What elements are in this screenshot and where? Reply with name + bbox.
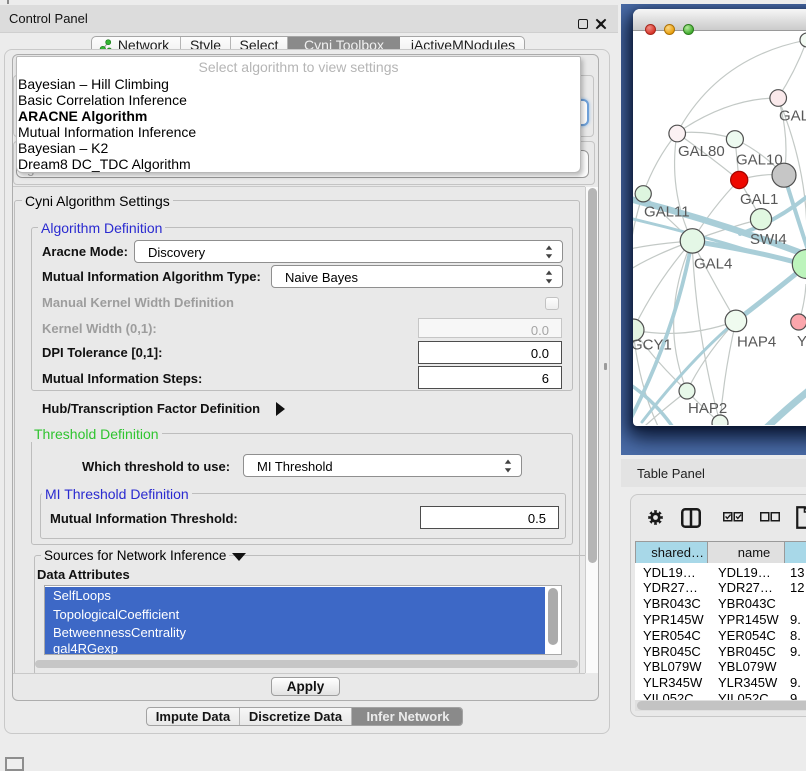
svg-text:GAL80: GAL80 [678, 143, 725, 160]
svg-text:GCY1: GCY1 [633, 337, 672, 354]
svg-text:HAP4: HAP4 [737, 334, 776, 351]
svg-text:GAL10: GAL10 [736, 152, 783, 169]
svg-text:GAL11: GAL11 [644, 204, 690, 221]
svg-text:GAL4: GAL4 [694, 256, 732, 273]
svg-text:HAP2: HAP2 [688, 400, 727, 417]
svg-text:GAL: GAL [779, 108, 806, 125]
svg-text:Y: Y [797, 333, 806, 350]
svg-text:SWI4: SWI4 [750, 231, 787, 248]
svg-text:GAL1: GAL1 [740, 191, 778, 208]
